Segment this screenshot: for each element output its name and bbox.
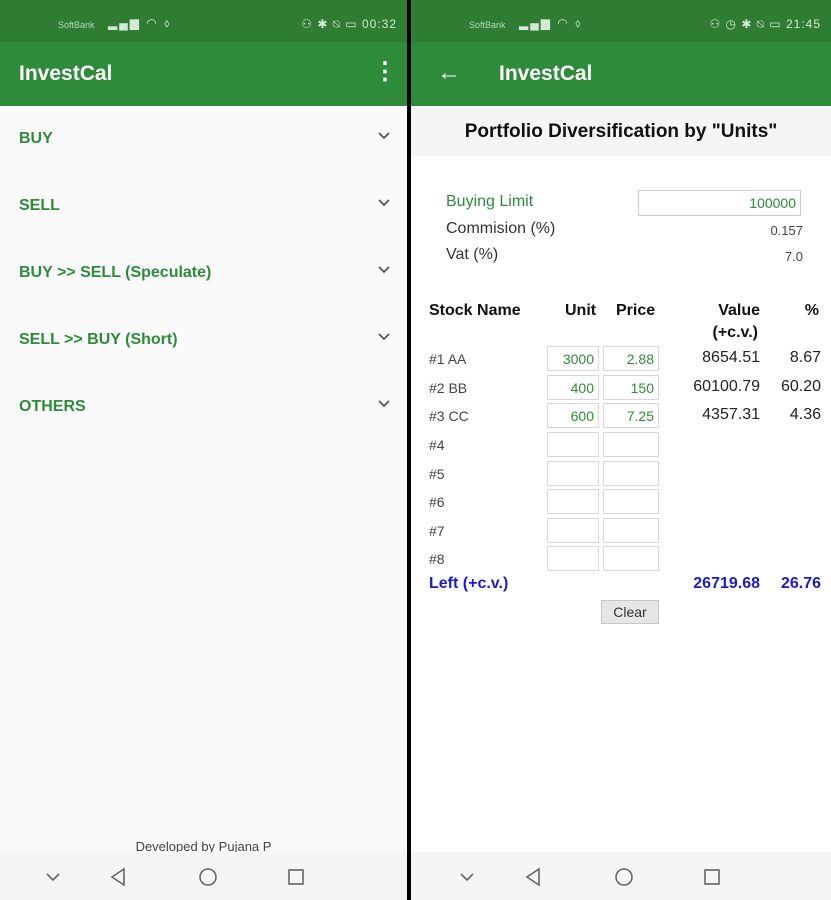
- app-bar: ← InvestCal: [411, 42, 831, 106]
- menu-item-label: SELL >> BUY (Short): [19, 331, 178, 348]
- home-nav-icon[interactable]: [197, 866, 219, 888]
- back-arrow-icon[interactable]: ←: [437, 59, 461, 87]
- hide-nav-icon[interactable]: [456, 866, 478, 888]
- menu-item-label: OTHERS: [19, 398, 86, 415]
- status-right: ⚇ ✱ ⍉ ▭ 00:32: [301, 17, 397, 32]
- page-title: Portfolio Diversification by "Units": [411, 106, 831, 156]
- chevron-down-icon: [378, 199, 390, 207]
- chevron-down-icon: [378, 333, 390, 341]
- menu-item-label: BUY >> SELL (Speculate): [19, 264, 212, 281]
- price-input[interactable]: [603, 432, 659, 457]
- col-header-unit: Unit: [565, 302, 597, 319]
- back-nav-icon[interactable]: [523, 866, 545, 888]
- vat-row: Vat (%) 7.0: [411, 246, 831, 270]
- unit-input[interactable]: [547, 403, 599, 428]
- menu-item-buy[interactable]: BUY: [0, 106, 407, 173]
- app-bar: InvestCal ⋮: [0, 42, 407, 106]
- buying-limit-row: Buying Limit: [411, 190, 831, 220]
- stock-name: #2 BB: [429, 380, 468, 396]
- recents-nav-icon[interactable]: [701, 866, 723, 888]
- chevron-down-icon: [378, 132, 390, 140]
- left-phone-screen: SoftBank ▂▄▆ ◠ ⬨ ⚇ ✱ ⍉ ▭ 00:32 InvestCal…: [0, 0, 407, 900]
- signal-wifi-icons: ▂▄▆ ◠ ⬨: [108, 16, 172, 30]
- unit-input[interactable]: [547, 346, 599, 371]
- vat-value[interactable]: 7.0: [785, 249, 803, 264]
- clock: 21:45: [785, 17, 821, 31]
- stock-name: #4: [429, 437, 445, 453]
- commission-value[interactable]: 0.157: [770, 223, 803, 238]
- menu-item-sell[interactable]: SELL: [0, 173, 407, 240]
- status-bar: SoftBank ▂▄▆ ◠ ⬨ ⚇ ◷ ✱ ⍉ ▭ 21:45: [411, 0, 831, 42]
- price-input[interactable]: [603, 403, 659, 428]
- price-input[interactable]: [603, 489, 659, 514]
- col-header-value-cv: (+c.v.): [712, 324, 759, 341]
- clock: 00:32: [361, 17, 397, 31]
- menu-item-speculate[interactable]: BUY >> SELL (Speculate): [0, 240, 407, 307]
- left-label: Left (+c.v.): [429, 575, 509, 592]
- carrier-label: SoftBank: [58, 20, 95, 30]
- system-nav-bar: [0, 852, 407, 900]
- percent-cell: 4.36: [789, 406, 821, 423]
- unit-input[interactable]: [547, 546, 599, 571]
- home-nav-icon[interactable]: [613, 866, 635, 888]
- unit-input[interactable]: [547, 375, 599, 400]
- col-header-value: Value: [718, 302, 760, 319]
- menu-item-others[interactable]: OTHERS: [0, 374, 407, 441]
- percent-cell: 8.67: [789, 349, 821, 366]
- stock-name: #7: [429, 523, 445, 539]
- stock-name: #3 CC: [429, 408, 469, 424]
- stock-name: #5: [429, 466, 445, 482]
- value-cell: 8654.51: [702, 349, 760, 366]
- hide-nav-icon[interactable]: [42, 866, 64, 888]
- unit-input[interactable]: [547, 518, 599, 543]
- menu-item-short[interactable]: SELL >> BUY (Short): [0, 307, 407, 374]
- unit-input[interactable]: [547, 489, 599, 514]
- unit-input[interactable]: [547, 461, 599, 486]
- buying-limit-input[interactable]: [638, 190, 801, 216]
- left-value: 26719.68: [693, 575, 760, 592]
- percent-cell: 60.20: [780, 378, 821, 395]
- unit-input[interactable]: [547, 432, 599, 457]
- stock-name: #8: [429, 551, 445, 567]
- back-nav-icon[interactable]: [108, 866, 130, 888]
- value-cell: 4357.31: [702, 406, 760, 423]
- price-input[interactable]: [603, 546, 659, 571]
- status-icons: ⚇ ◷ ✱ ⍉ ▭: [709, 17, 786, 31]
- price-input[interactable]: [603, 346, 659, 371]
- signal-wifi-icons: ▂▄▆ ◠ ⬨: [519, 16, 583, 30]
- price-input[interactable]: [603, 461, 659, 486]
- left-percent: 26.76: [780, 575, 821, 592]
- overflow-menu-icon[interactable]: ⋮: [373, 60, 397, 84]
- status-bar: SoftBank ▂▄▆ ◠ ⬨ ⚇ ✱ ⍉ ▭ 00:32: [0, 0, 407, 42]
- right-phone-screen: SoftBank ▂▄▆ ◠ ⬨ ⚇ ◷ ✱ ⍉ ▭ 21:45 ← Inves…: [411, 0, 831, 900]
- recents-nav-icon[interactable]: [285, 866, 307, 888]
- status-right: ⚇ ◷ ✱ ⍉ ▭ 21:45: [709, 17, 821, 32]
- menu-item-label: SELL: [19, 197, 60, 214]
- clear-button[interactable]: Clear: [601, 600, 659, 624]
- col-header-price: Price: [616, 302, 656, 319]
- system-nav-bar: [411, 852, 831, 900]
- stock-name: #1 AA: [429, 351, 467, 367]
- price-input[interactable]: [603, 375, 659, 400]
- chevron-down-icon: [378, 266, 390, 274]
- value-cell: 60100.79: [693, 378, 760, 395]
- vat-label: Vat (%): [446, 246, 499, 263]
- carrier-label: SoftBank: [469, 20, 506, 30]
- col-header-percent: %: [804, 302, 819, 319]
- status-icons: ⚇ ✱ ⍉ ▭: [301, 17, 362, 31]
- col-header-stock-name: Stock Name: [429, 302, 521, 319]
- app-title: InvestCal: [19, 62, 113, 85]
- menu-list: BUY SELL BUY >> SELL (Speculate) SELL >>…: [0, 106, 407, 441]
- stock-name: #6: [429, 494, 445, 510]
- price-input[interactable]: [603, 518, 659, 543]
- commission-row: Commision (%) 0.157: [411, 220, 831, 244]
- app-title: InvestCal: [499, 62, 593, 85]
- commission-label: Commision (%): [446, 220, 556, 237]
- buying-limit-label: Buying Limit: [446, 193, 534, 210]
- chevron-down-icon: [378, 400, 390, 408]
- menu-item-label: BUY: [19, 130, 53, 147]
